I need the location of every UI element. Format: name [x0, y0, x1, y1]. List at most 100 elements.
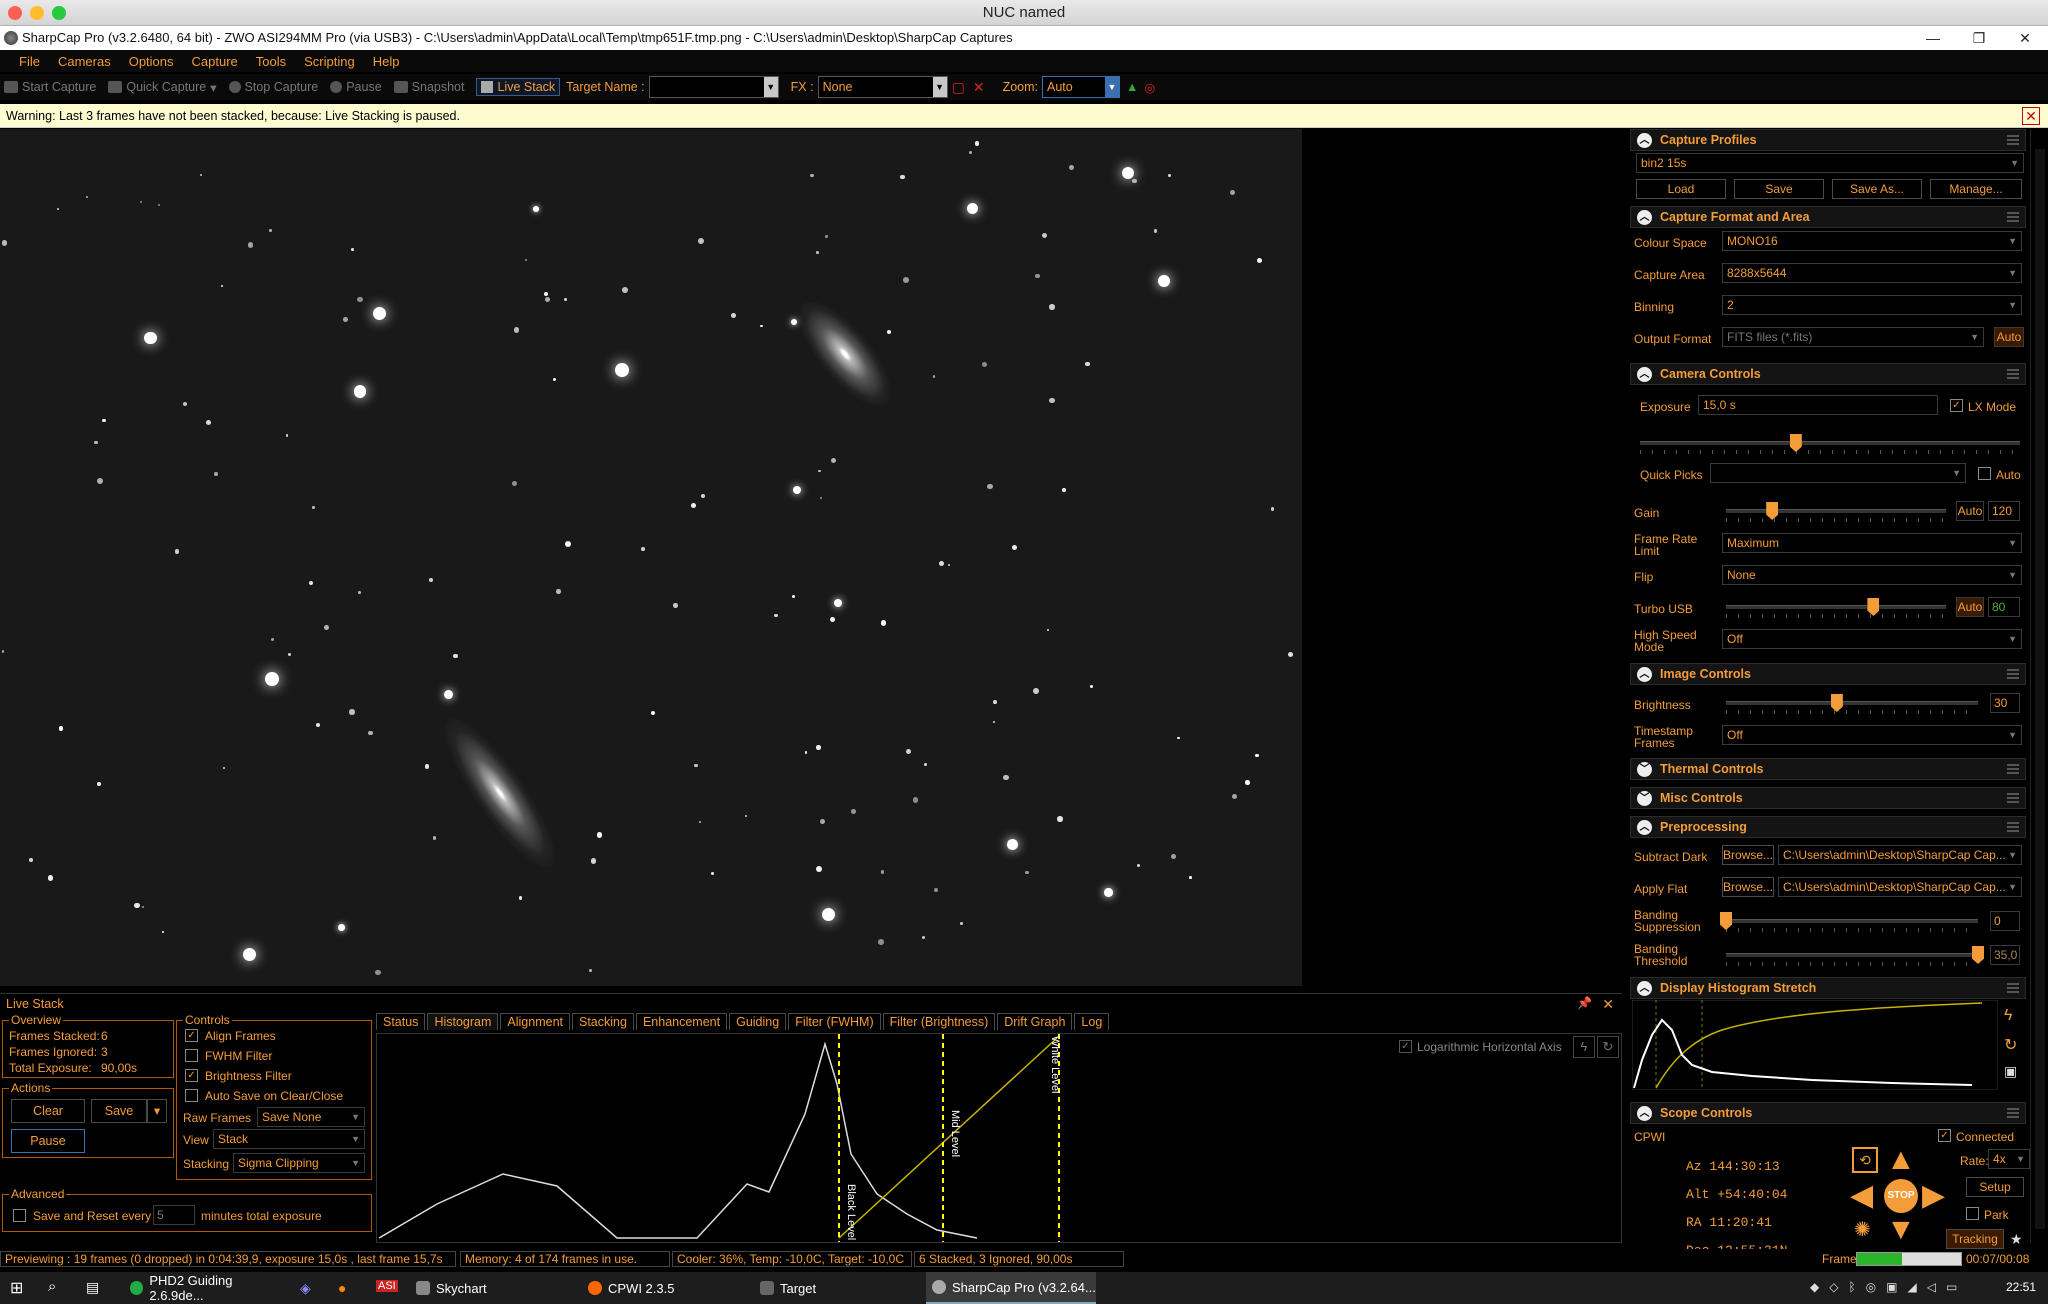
- setup-button[interactable]: Setup: [1966, 1177, 2024, 1197]
- taskbar-phd2[interactable]: PHD2 Guiding 2.6.9de...: [124, 1272, 284, 1304]
- app-icon[interactable]: ◈: [300, 1280, 311, 1297]
- search-icon[interactable]: ⌕: [48, 1278, 56, 1295]
- raw-frames-select[interactable]: Save None ▼: [257, 1107, 365, 1127]
- close-icon[interactable]: ✕: [2022, 107, 2040, 125]
- clear-fx-icon[interactable]: ✕: [973, 79, 985, 96]
- lightning-icon[interactable]: ϟ: [2004, 1007, 2012, 1025]
- image-controls-header[interactable]: ︿ Image Controls: [1630, 663, 2026, 685]
- arrow-down-icon[interactable]: ▼: [1886, 1215, 1916, 1245]
- turbo-usb-slider[interactable]: [1726, 598, 1946, 618]
- connected-checkbox[interactable]: ✓: [1938, 1129, 1951, 1142]
- binning-select[interactable]: 2 ▼: [1722, 295, 2022, 315]
- quick-capture-button[interactable]: Quick Capture ▾: [108, 80, 217, 95]
- autosave-checkbox[interactable]: [185, 1089, 198, 1102]
- battery-icon[interactable]: ▭: [1946, 1280, 1957, 1294]
- tracking-button[interactable]: Tracking: [1946, 1229, 2004, 1249]
- tray-icon[interactable]: ▣: [1886, 1280, 1897, 1294]
- fwhm-filter-checkbox[interactable]: [185, 1049, 198, 1062]
- banding-slider[interactable]: [1720, 912, 1978, 932]
- menu-tools[interactable]: Tools: [247, 54, 295, 69]
- gain-auto-button[interactable]: Auto: [1956, 501, 1984, 521]
- tab-guiding[interactable]: Guiding: [729, 1013, 787, 1030]
- brightness-input[interactable]: 30: [1990, 693, 2020, 713]
- output-auto-button[interactable]: Auto: [1994, 327, 2024, 347]
- frame-rate-limit-select[interactable]: Maximum ▼: [1722, 533, 2022, 553]
- menu-icon[interactable]: [2007, 1108, 2019, 1118]
- stacking-select[interactable]: Sigma Clipping ▼: [233, 1153, 365, 1173]
- pin-icon[interactable]: 📌: [1577, 996, 1592, 1010]
- task-view-icon[interactable]: ▤: [86, 1279, 99, 1296]
- output-format-select[interactable]: FITS files (*.fits) ▼: [1722, 327, 1984, 347]
- menu-scripting[interactable]: Scripting: [295, 54, 364, 69]
- flip-select[interactable]: None ▼: [1722, 565, 2022, 585]
- live-stack-button[interactable]: Live Stack: [476, 78, 561, 96]
- menu-icon[interactable]: [2007, 669, 2019, 679]
- gain-input[interactable]: 120: [1988, 501, 2020, 521]
- capture-format-header[interactable]: ︿ Capture Format and Area: [1630, 206, 2026, 228]
- rate-select[interactable]: 4x ▼: [1988, 1149, 2030, 1169]
- arrow-left-icon[interactable]: ◀: [1850, 1181, 1873, 1211]
- save-reset-checkbox[interactable]: [13, 1209, 26, 1222]
- tab-filter-brightness[interactable]: Filter (Brightness): [882, 1013, 996, 1030]
- windows-start-icon[interactable]: ⊞: [10, 1278, 23, 1298]
- arrow-right-icon[interactable]: ▶: [1922, 1181, 1945, 1211]
- quick-picks-select[interactable]: ▼: [1710, 463, 1966, 483]
- close-dot[interactable]: [8, 6, 22, 20]
- high-speed-mode-select[interactable]: Off ▼: [1722, 629, 2022, 649]
- gain-slider[interactable]: [1726, 502, 1946, 522]
- misc-controls-header[interactable]: ﹀ Misc Controls: [1630, 787, 2026, 809]
- clear-button[interactable]: Clear: [11, 1099, 85, 1123]
- volume-icon[interactable]: ◁: [1927, 1280, 1936, 1294]
- tray-icon[interactable]: ◆: [1810, 1280, 1819, 1294]
- network-icon[interactable]: ◢: [1908, 1280, 1917, 1294]
- stop-capture-button[interactable]: Stop Capture: [228, 80, 318, 94]
- menu-icon[interactable]: [2007, 983, 2019, 993]
- target-icon[interactable]: ◎: [1144, 80, 1155, 95]
- home-icon[interactable]: ✺: [1854, 1217, 1871, 1242]
- quick-picks-auto-checkbox[interactable]: [1978, 467, 1991, 480]
- view-select[interactable]: Stack ▼: [213, 1129, 365, 1149]
- tab-log[interactable]: Log: [1074, 1013, 1110, 1030]
- slew-icon[interactable]: ⟲: [1852, 1147, 1878, 1173]
- load-button[interactable]: Load: [1636, 179, 1726, 199]
- camera-image[interactable]: [0, 129, 1302, 986]
- tab-status[interactable]: Status: [376, 1013, 426, 1030]
- park-checkbox[interactable]: [1966, 1207, 1979, 1220]
- close-icon[interactable]: ✕: [1602, 996, 1614, 1013]
- lightning-icon[interactable]: ϟ: [1573, 1036, 1595, 1058]
- stack-histogram[interactable]: Black Level Mid Level White Level ✓ Loga…: [376, 1033, 1622, 1243]
- tab-histogram[interactable]: Histogram: [427, 1013, 499, 1030]
- maximize-button[interactable]: ❐: [1956, 26, 2002, 50]
- menu-icon[interactable]: [2007, 793, 2019, 803]
- flat-path-select[interactable]: C:\Users\admin\Desktop\SharpCap Cap... ▼: [1778, 877, 2022, 897]
- menu-options[interactable]: Options: [120, 54, 183, 69]
- menu-icon[interactable]: [2007, 369, 2019, 379]
- tracking-mode-icon[interactable]: ★: [2010, 1231, 2023, 1248]
- histogram-icon[interactable]: ▲: [1126, 80, 1138, 94]
- tab-stacking[interactable]: Stacking: [572, 1013, 634, 1030]
- reticle-icon[interactable]: ▢: [952, 79, 965, 96]
- save-icon[interactable]: ▣: [2004, 1063, 2017, 1080]
- zoom-dot[interactable]: [52, 6, 66, 20]
- log-axis-checkbox[interactable]: ✓: [1399, 1040, 1412, 1053]
- fx-combo[interactable]: None ▼: [817, 76, 948, 98]
- browse-dark-button[interactable]: Browse...: [1722, 845, 1774, 865]
- menu-file[interactable]: File: [10, 54, 49, 69]
- pause-button[interactable]: Pause: [330, 80, 382, 94]
- exposure-input[interactable]: 15,0 s: [1698, 395, 1938, 415]
- camera-controls-header[interactable]: ︿ Camera Controls: [1630, 363, 2026, 385]
- preprocessing-header[interactable]: ︿ Preprocessing: [1630, 816, 2026, 838]
- menu-cameras[interactable]: Cameras: [49, 54, 120, 69]
- save-dropdown-icon[interactable]: ▾: [147, 1099, 167, 1123]
- align-frames-checkbox[interactable]: ✓: [185, 1029, 198, 1042]
- reset-icon[interactable]: ↻: [2004, 1035, 2017, 1055]
- tab-drift-graph[interactable]: Drift Graph: [997, 1013, 1073, 1030]
- menu-capture[interactable]: Capture: [183, 54, 247, 69]
- taskbar-cpwi[interactable]: CPWI 2.3.5: [582, 1272, 752, 1304]
- brightness-slider[interactable]: [1726, 694, 1978, 714]
- turbo-usb-input[interactable]: 80: [1988, 597, 2020, 617]
- zoom-combo[interactable]: Auto ▼: [1042, 76, 1120, 98]
- taskbar-skychart[interactable]: Skychart: [410, 1272, 580, 1304]
- profile-select[interactable]: bin2 15s ▼: [1636, 153, 2024, 173]
- threshold-input[interactable]: 35,0: [1990, 945, 2020, 965]
